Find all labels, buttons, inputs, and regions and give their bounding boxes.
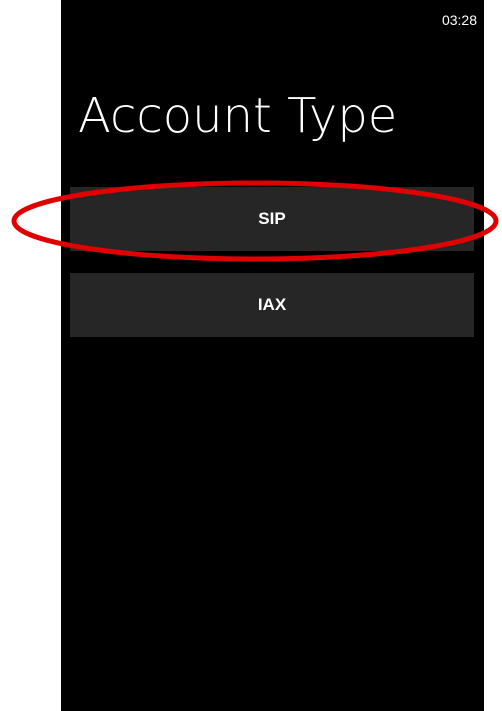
iax-account-button[interactable]: IAX [70, 273, 474, 337]
page-title: Account Type [78, 88, 398, 144]
phone-screen: 03:28 Account Type SIP IAX [61, 0, 484, 711]
sip-account-button[interactable]: SIP [70, 187, 474, 251]
status-time: 03:28 [441, 12, 477, 28]
screenshot-page: 03:28 Account Type SIP IAX [0, 0, 502, 711]
